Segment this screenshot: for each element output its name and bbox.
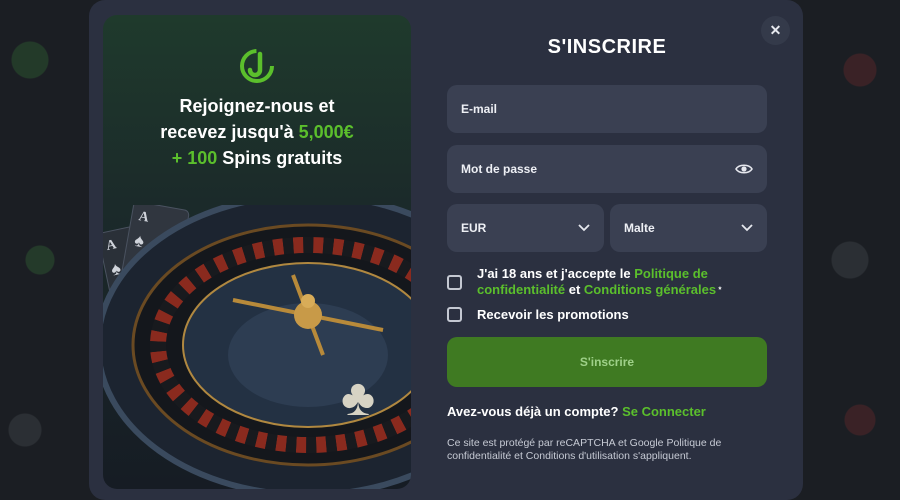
terms-and: et [565, 282, 584, 297]
eye-icon[interactable] [735, 163, 753, 175]
currency-value: EUR [461, 221, 487, 235]
promo-spins-text: Spins gratuits [217, 148, 343, 168]
promo-amount: 5,000€ [298, 122, 354, 142]
terms-checkbox[interactable] [447, 275, 462, 290]
promotions-row: Recevoir les promotions [447, 307, 629, 323]
brand-logo [240, 49, 274, 83]
login-prompt: Avez-vous déjà un compte? [447, 404, 619, 419]
promo-line-2: recevez jusqu'à 5,000€ [103, 119, 411, 145]
promo-headline: Rejoignez-nous et recevez jusqu'à 5,000€… [103, 93, 411, 171]
password-field[interactable]: Mot de passe [447, 145, 767, 193]
roulette-illustration: A ♠ A ♠ ♣ [103, 205, 411, 489]
recaptcha-notice: Ce site est protégé par reCAPTCHA et Goo… [447, 437, 722, 462]
terms-label: J'ai 18 ans et j'accepte le Politique de… [477, 266, 757, 299]
login-prompt-line: Avez-vous déjà un compte? Se Connecter [447, 404, 706, 419]
required-marker: * [716, 285, 722, 295]
country-select[interactable]: Malte [610, 204, 767, 252]
terms-row: J'ai 18 ans et j'accepte le Politique de… [447, 266, 757, 299]
chevron-down-icon [578, 224, 590, 232]
promo-line-2-text: recevez jusqu'à [160, 122, 299, 142]
email-field[interactable]: E-mail [447, 85, 767, 133]
signup-dialog: Rejoignez-nous et recevez jusqu'à 5,000€… [89, 0, 803, 500]
promo-spins-count: + 100 [171, 148, 218, 168]
promo-line-3: + 100 Spins gratuits [103, 145, 411, 171]
promo-panel: Rejoignez-nous et recevez jusqu'à 5,000€… [103, 15, 411, 489]
terms-prefix: J'ai 18 ans et j'accepte le [477, 266, 635, 281]
email-placeholder: E-mail [461, 102, 498, 116]
terms-conditions-link[interactable]: Conditions générales [584, 282, 716, 297]
svg-text:♣: ♣ [341, 369, 375, 427]
dialog-title: S'INSCRIRE [547, 36, 667, 58]
promo-line-1: Rejoignez-nous et [179, 96, 335, 116]
signup-submit-button[interactable]: S'inscrire [447, 337, 767, 387]
password-placeholder: Mot de passe [461, 162, 538, 176]
promotions-label: Recevoir les promotions [477, 307, 629, 322]
country-value: Malte [624, 221, 655, 235]
close-icon: ✕ [769, 22, 782, 38]
login-link[interactable]: Se Connecter [622, 404, 706, 419]
currency-select[interactable]: EUR [447, 204, 604, 252]
promotions-checkbox[interactable] [447, 307, 462, 322]
chevron-down-icon [741, 224, 753, 232]
